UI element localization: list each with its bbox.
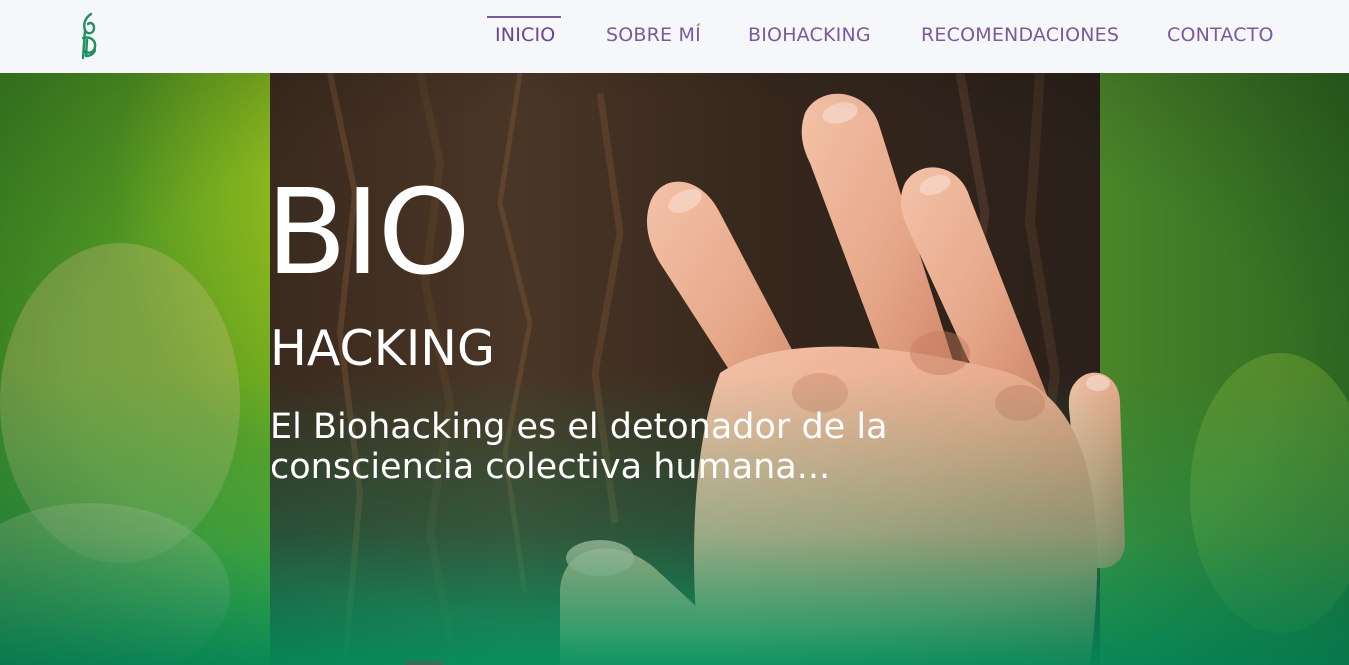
hero-section: BIO HACKING El Biohacking es el detonado…: [0, 73, 1349, 665]
site-header: INICIO SOBRE MÍ BIOHACKING RECOMENDACION…: [0, 0, 1349, 73]
nav-item-sobre-mi[interactable]: SOBRE MÍ: [606, 24, 701, 46]
hero-subtitle: HACKING: [270, 320, 495, 377]
nav-item-biohacking[interactable]: BIOHACKING: [748, 24, 871, 46]
hero-tagline: El Biohacking es el detonador de la cons…: [270, 407, 888, 487]
hero-background-image: [0, 73, 1349, 665]
hero-title: BIO: [266, 163, 471, 301]
main-nav: INICIO SOBRE MÍ BIOHACKING RECOMENDACION…: [449, 0, 1349, 73]
active-nav-indicator: [487, 16, 561, 18]
nav-item-recomendaciones[interactable]: RECOMENDACIONES: [921, 24, 1119, 46]
logo-icon[interactable]: [76, 10, 104, 62]
nav-item-inicio[interactable]: INICIO: [495, 24, 555, 46]
nav-item-contacto[interactable]: CONTACTO: [1167, 24, 1274, 46]
slider-indicator[interactable]: [406, 661, 442, 665]
